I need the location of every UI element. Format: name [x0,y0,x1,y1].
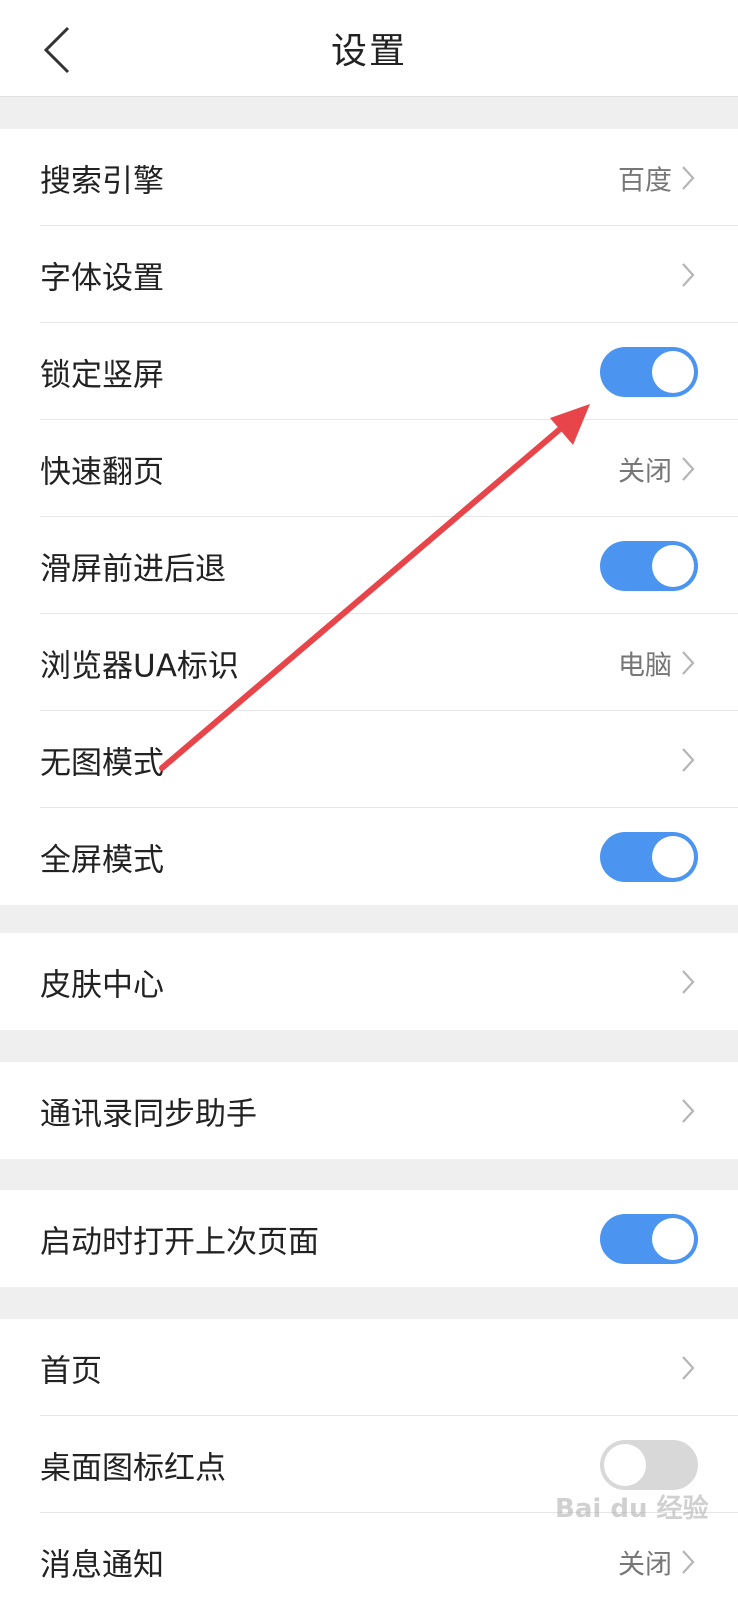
chevron-right-icon [682,650,695,675]
setting-notifications[interactable]: 消息通知 关闭 [0,1513,738,1610]
toggle-knob [604,1443,646,1486]
setting-label: 字体设置 [40,260,164,296]
setting-swipe-navigation: 滑屏前进后退 [0,517,738,614]
setting-fullscreen: 全屏模式 [0,808,738,905]
settings-group-general: 搜索引擎 百度 字体设置 锁定竖屏 快速翻页 关闭 滑屏前进后退 浏览器UA标识… [0,129,738,905]
setting-label: 通讯录同步助手 [40,1096,257,1132]
setting-label: 滑屏前进后退 [40,551,226,587]
desktop-icon-badge-toggle[interactable] [600,1439,698,1490]
chevron-right-icon [682,1549,695,1574]
setting-label: 快速翻页 [40,454,164,490]
setting-label: 锁定竖屏 [40,357,164,393]
setting-quick-page-turn[interactable]: 快速翻页 关闭 [0,420,738,517]
fullscreen-toggle[interactable] [600,831,698,882]
setting-contacts-sync[interactable]: 通讯录同步助手 [0,1062,738,1159]
watermark-logo: Bai du 经验 [555,1494,709,1524]
chevron-right-icon [682,1355,695,1380]
setting-label: 搜索引擎 [40,163,164,199]
settings-group-startup: 启动时打开上次页面 [0,1190,738,1287]
toggle-knob [652,835,694,878]
setting-label: 无图模式 [40,745,164,781]
setting-value: 关闭 [618,1549,672,1580]
setting-label: 首页 [40,1353,102,1389]
setting-label: 启动时打开上次页面 [40,1224,319,1260]
setting-value: 电脑 [618,650,672,681]
settings-group-contacts: 通讯录同步助手 [0,1062,738,1159]
restore-last-page-toggle[interactable] [600,1213,698,1264]
setting-label: 桌面图标红点 [40,1450,226,1486]
swipe-navigation-toggle[interactable] [600,540,698,591]
lock-portrait-toggle[interactable] [600,346,698,397]
setting-skin-center[interactable]: 皮肤中心 [0,933,738,1030]
setting-font[interactable]: 字体设置 [0,226,738,323]
setting-label: 全屏模式 [40,842,164,878]
chevron-right-icon [682,747,695,772]
settings-group-home: 首页 桌面图标红点 消息通知 关闭 [0,1319,738,1610]
setting-value: 关闭 [618,456,672,487]
settings-group-skin: 皮肤中心 [0,933,738,1030]
toggle-knob [652,544,694,587]
toggle-knob [652,1217,694,1260]
page-title: 设置 [330,31,407,72]
setting-value: 百度 [618,165,672,196]
toggle-knob [652,350,694,393]
setting-no-image-mode[interactable]: 无图模式 [0,711,738,808]
chevron-right-icon [682,456,695,481]
setting-browser-ua[interactable]: 浏览器UA标识 电脑 [0,614,738,711]
chevron-right-icon [682,1098,695,1123]
setting-lock-portrait: 锁定竖屏 [0,323,738,420]
setting-restore-last-page: 启动时打开上次页面 [0,1190,738,1287]
chevron-right-icon [682,262,695,287]
setting-label: 皮肤中心 [40,967,164,1003]
setting-label: 消息通知 [40,1547,164,1583]
setting-homepage[interactable]: 首页 [0,1319,738,1416]
setting-label: 浏览器UA标识 [40,648,239,684]
header-bar: 设置 [0,0,738,97]
chevron-right-icon [682,165,695,190]
setting-search-engine[interactable]: 搜索引擎 百度 [0,129,738,226]
chevron-right-icon [682,969,695,994]
